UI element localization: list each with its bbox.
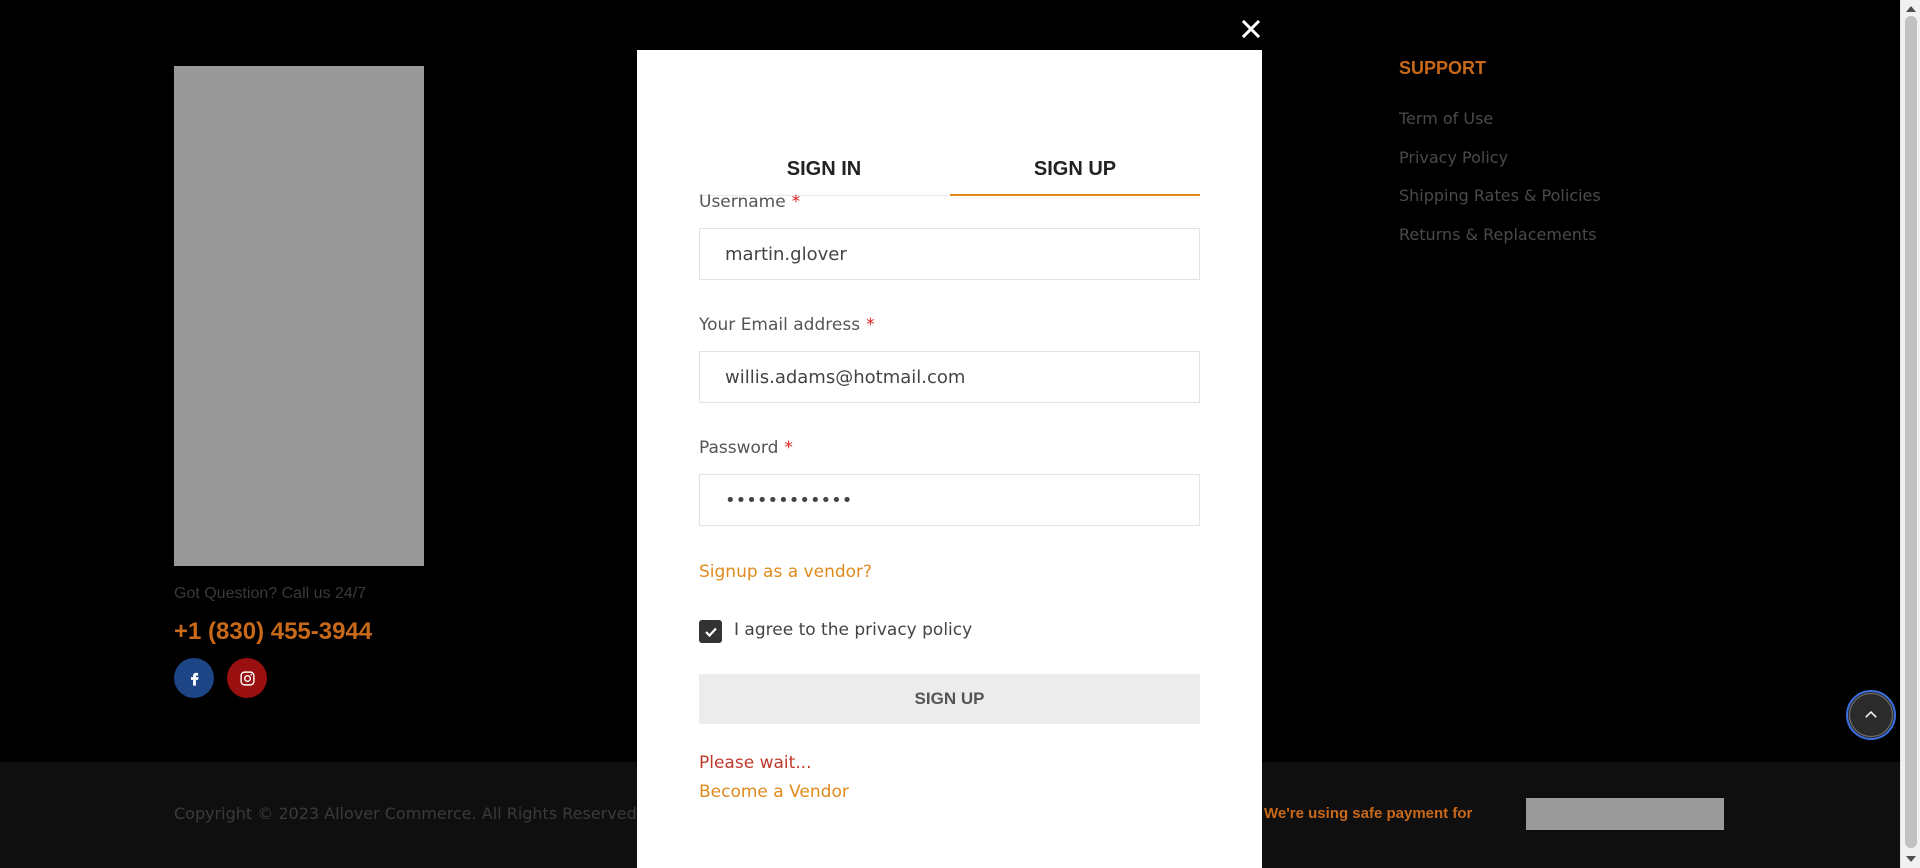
become-vendor-link[interactable]: Become a Vendor (699, 782, 849, 802)
scroll-thumb[interactable] (1905, 16, 1917, 848)
tab-sign-up[interactable]: SIGN UP (950, 104, 1200, 196)
scroll-down-arrow-icon[interactable] (1906, 856, 1916, 862)
instagram-icon[interactable] (227, 658, 267, 698)
checkmark-icon (704, 627, 717, 637)
support-link-shipping[interactable]: Shipping Rates & Policies (1399, 186, 1601, 205)
footer-logo-image (174, 66, 424, 566)
support-heading: SUPPORT (1399, 58, 1487, 78)
facebook-icon[interactable] (174, 658, 214, 698)
close-icon (1241, 19, 1261, 39)
close-modal-button[interactable] (1238, 16, 1264, 42)
support-link-terms[interactable]: Term of Use (1399, 109, 1493, 128)
username-input[interactable] (699, 228, 1200, 280)
sign-up-button[interactable]: SIGN UP (699, 674, 1200, 724)
required-mark: * (791, 192, 801, 212)
email-label: Your Email address * (699, 315, 875, 335)
signup-vendor-link[interactable]: Signup as a vendor? (699, 562, 872, 582)
auth-tabs: SIGN IN SIGN UP (699, 104, 1200, 196)
footer-question-text: Got Question? Call us 24/7 (174, 585, 367, 602)
username-label: Username * (699, 192, 800, 212)
privacy-checkbox-label[interactable]: I agree to the privacy policy (734, 620, 972, 640)
back-to-top-button[interactable] (1846, 690, 1896, 740)
password-label: Password * (699, 438, 793, 458)
email-label-text: Your Email address (699, 315, 861, 335)
username-label-text: Username (699, 192, 786, 212)
support-link-returns[interactable]: Returns & Replacements (1399, 225, 1597, 244)
please-wait-text: Please wait... (699, 753, 812, 773)
footer-phone-link[interactable]: +1 (830) 455-3944 (174, 618, 372, 646)
password-label-text: Password (699, 438, 779, 458)
page-scrollbar[interactable] (1900, 0, 1920, 868)
support-link-privacy[interactable]: Privacy Policy (1399, 148, 1508, 167)
required-mark: * (866, 315, 875, 335)
email-input[interactable] (699, 351, 1200, 403)
scroll-up-arrow-icon[interactable] (1906, 6, 1916, 12)
privacy-checkbox[interactable] (699, 620, 722, 643)
password-input[interactable] (699, 474, 1200, 526)
required-mark: * (784, 438, 793, 458)
payment-text: We're using safe payment for (1264, 805, 1473, 822)
auth-modal: SIGN IN SIGN UP Username* Your Email add… (637, 50, 1262, 868)
tab-sign-in[interactable]: SIGN IN (699, 104, 949, 196)
chevron-up-icon (1865, 710, 1877, 718)
copyright-text: Copyright © 2023 Allover Commerce. All R… (174, 804, 642, 823)
payment-methods-image (1526, 798, 1724, 830)
